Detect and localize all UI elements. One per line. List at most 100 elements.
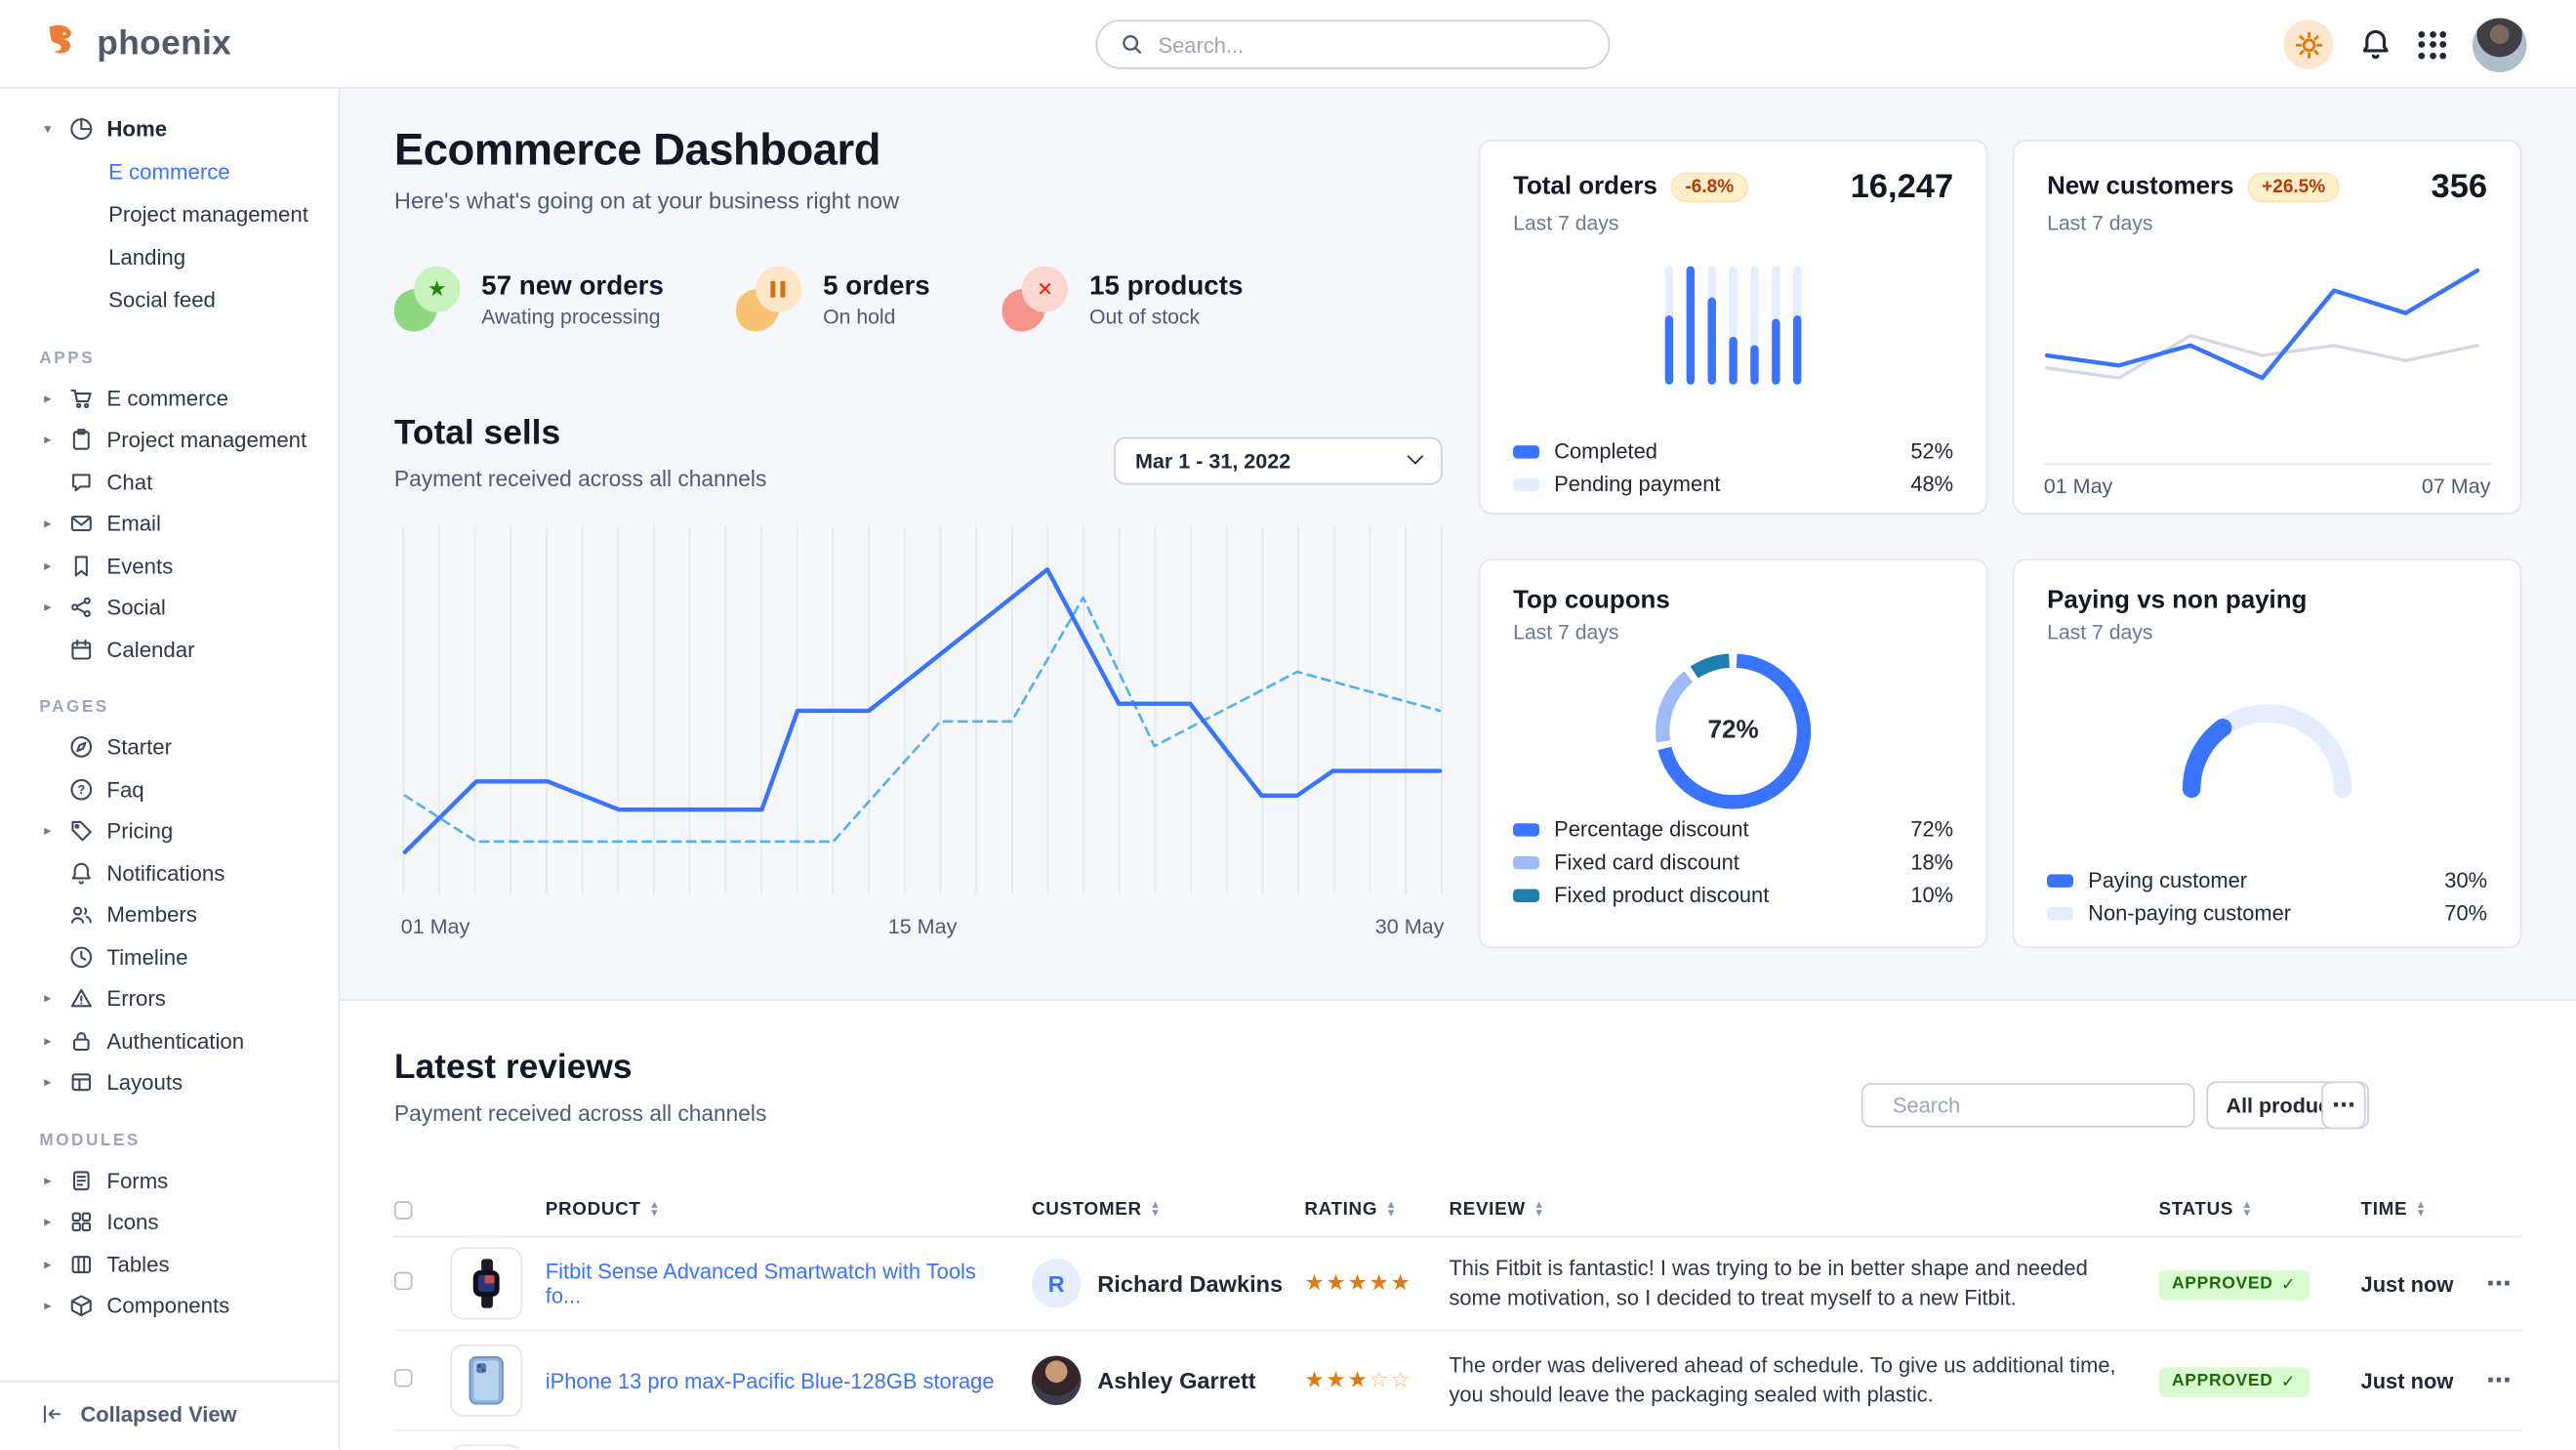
chevron-right-icon: ▸ xyxy=(39,822,56,841)
svg-text:?: ? xyxy=(77,783,85,797)
sidebar-item-home[interactable]: ▾ Home xyxy=(0,108,339,150)
card-title: Paying vs non paying xyxy=(2047,587,2307,616)
sidebar-item-authentication[interactable]: ▸Authentication xyxy=(0,1019,339,1061)
table-row xyxy=(394,1431,2522,1450)
sidebar-item-app-email[interactable]: ▸Email xyxy=(0,503,339,545)
x-icon: ✕ xyxy=(1002,267,1068,332)
customer-avatar: R xyxy=(1032,1259,1081,1307)
brand-logo[interactable]: phoenix xyxy=(0,22,231,65)
sidebar-item-starter[interactable]: Starter xyxy=(0,726,339,768)
review-time: Just now xyxy=(2361,1368,2476,1392)
review-text: The order was delivered ahead of schedul… xyxy=(1449,1350,2158,1411)
table-body: Fitbit Sense Advanced Smartwatch with To… xyxy=(394,1237,2522,1449)
coupons-donut-chart: 72% xyxy=(1655,652,1813,810)
sidebar: ▾ Home E commerce Project management Lan… xyxy=(0,89,340,1450)
paying-card: Paying vs non paying Last 7 days Paying … xyxy=(2013,559,2522,948)
sidebar-item-app-social[interactable]: ▸Social xyxy=(0,587,339,629)
bell-icon xyxy=(69,860,94,885)
global-search-input[interactable] xyxy=(1159,32,1586,57)
sidebar-item-components[interactable]: ▸Components xyxy=(0,1285,339,1327)
sidebar-item-app-chat[interactable]: Chat xyxy=(0,461,339,503)
product-image-iphone[interactable] xyxy=(450,1345,522,1417)
card-value: 356 xyxy=(2432,168,2488,207)
pie-chart-icon xyxy=(69,117,94,142)
col-customer[interactable]: CUSTOMER▲▼ xyxy=(1032,1200,1304,1220)
layout-icon xyxy=(69,1070,94,1095)
sidebar-item-app-project-management[interactable]: ▸Project management xyxy=(0,419,339,461)
date-range-value: Mar 1 - 31, 2022 xyxy=(1135,448,1290,473)
sidebar-item-pricing[interactable]: ▸Pricing xyxy=(0,810,339,852)
notifications-button[interactable] xyxy=(2359,28,2392,62)
sidebar-item-members[interactable]: Members xyxy=(0,894,339,936)
sidebar-item-app-ecommerce[interactable]: ▸E commerce xyxy=(0,377,339,419)
sidebar-item-landing[interactable]: Landing xyxy=(0,236,339,279)
reviews-title: Latest reviews xyxy=(394,1049,766,1088)
reviews-more-button[interactable]: ⋯ xyxy=(2321,1081,2365,1129)
col-status[interactable]: STATUS▲▼ xyxy=(2159,1200,2361,1220)
legend-swatch xyxy=(1513,477,1539,490)
theme-toggle-button[interactable] xyxy=(2283,20,2332,68)
stat-out-of-stock: ✕ 15 productsOut of stock xyxy=(1002,267,1244,332)
sidebar-item-social-feed[interactable]: Social feed xyxy=(0,278,339,321)
global-search[interactable] xyxy=(1096,20,1611,68)
sidebar-item-errors[interactable]: ▸Errors xyxy=(0,977,339,1019)
sidebar-item-ecommerce-dashboard[interactable]: E commerce xyxy=(0,150,339,193)
col-product[interactable]: PRODUCT▲▼ xyxy=(546,1200,1032,1220)
product-image-smartwatch[interactable] xyxy=(450,1247,522,1319)
sidebar-item-timeline[interactable]: Timeline xyxy=(0,935,339,977)
sort-icon: ▲▼ xyxy=(1150,1201,1162,1218)
card-title: Top coupons xyxy=(1513,587,1670,616)
reviews-search-input[interactable] xyxy=(1893,1093,2182,1117)
sidebar-item-app-calendar[interactable]: Calendar xyxy=(0,629,339,671)
sidebar-item-icons[interactable]: ▸Icons xyxy=(0,1201,339,1243)
dashboard-main: Ecommerce Dashboard Here's what's going … xyxy=(340,89,2576,1001)
product-link[interactable]: iPhone 13 pro max-Pacific Blue-128GB sto… xyxy=(546,1368,1032,1392)
sidebar-item-faq[interactable]: ?Faq xyxy=(0,768,339,810)
total-orders-card: Total orders -6.8% 16,247 Last 7 days Co… xyxy=(1479,140,1988,515)
col-rating[interactable]: RATING▲▼ xyxy=(1304,1200,1449,1220)
sidebar-item-project-management-dashboard[interactable]: Project management xyxy=(0,193,339,236)
change-badge: -6.8% xyxy=(1670,173,1748,202)
customer-avatar xyxy=(1032,1356,1081,1405)
sidebar-item-app-events[interactable]: ▸Events xyxy=(0,545,339,587)
sidebar-item-forms[interactable]: ▸Forms xyxy=(0,1159,339,1201)
product-link[interactable]: Fitbit Sense Advanced Smartwatch with To… xyxy=(546,1259,1032,1307)
collapse-sidebar-button[interactable]: Collapsed View xyxy=(0,1381,339,1427)
reviews-search[interactable] xyxy=(1861,1083,2195,1127)
col-time[interactable]: TIME▲▼ xyxy=(2361,1200,2476,1220)
new-customers-x-axis: 01 May 07 May xyxy=(2044,474,2491,498)
row-checkbox[interactable] xyxy=(394,1272,413,1291)
row-menu-button[interactable]: ⋯ xyxy=(2475,1268,2521,1298)
stat-orders-on-hold: 5 ordersOn hold xyxy=(736,267,930,332)
rating-stars: ★★★☆☆ xyxy=(1304,1367,1449,1393)
date-range-select[interactable]: Mar 1 - 31, 2022 xyxy=(1114,437,1443,485)
pause-icon xyxy=(736,267,801,332)
sort-icon: ▲▼ xyxy=(1386,1201,1398,1218)
share-icon xyxy=(69,596,94,620)
col-review[interactable]: REVIEW▲▼ xyxy=(1449,1200,2158,1220)
cart-icon xyxy=(69,386,94,410)
question-circle-icon: ? xyxy=(69,777,94,802)
product-image[interactable] xyxy=(450,1444,522,1449)
sort-icon: ▲▼ xyxy=(2416,1201,2428,1218)
stat-new-orders: ★ 57 new ordersAwating processing xyxy=(394,267,664,332)
sidebar-item-notifications[interactable]: Notifications xyxy=(0,852,339,894)
columns-icon xyxy=(69,1252,94,1276)
phoenix-logo-icon xyxy=(41,22,84,65)
total-sells-x-axis: 01 May 15 May 30 May xyxy=(401,914,1445,938)
clipboard-icon xyxy=(69,428,94,452)
card-title: Total orders xyxy=(1513,173,1657,202)
legend-swatch xyxy=(2047,874,2073,887)
new-customers-card: New customers +26.5% 356 Last 7 days 01 … xyxy=(2013,140,2522,515)
sidebar-item-tables[interactable]: ▸Tables xyxy=(0,1243,339,1285)
row-checkbox[interactable] xyxy=(394,1369,413,1388)
user-avatar[interactable] xyxy=(2473,18,2527,72)
chevron-down-icon: ▾ xyxy=(39,120,56,139)
select-all-checkbox[interactable] xyxy=(394,1200,450,1219)
lock-icon xyxy=(69,1028,94,1053)
chevron-right-icon: ▸ xyxy=(39,515,56,533)
apps-grid-button[interactable] xyxy=(2418,30,2446,59)
row-menu-button[interactable]: ⋯ xyxy=(2475,1366,2521,1395)
chevron-right-icon: ▸ xyxy=(39,1172,56,1190)
sidebar-item-layouts[interactable]: ▸Layouts xyxy=(0,1061,339,1103)
